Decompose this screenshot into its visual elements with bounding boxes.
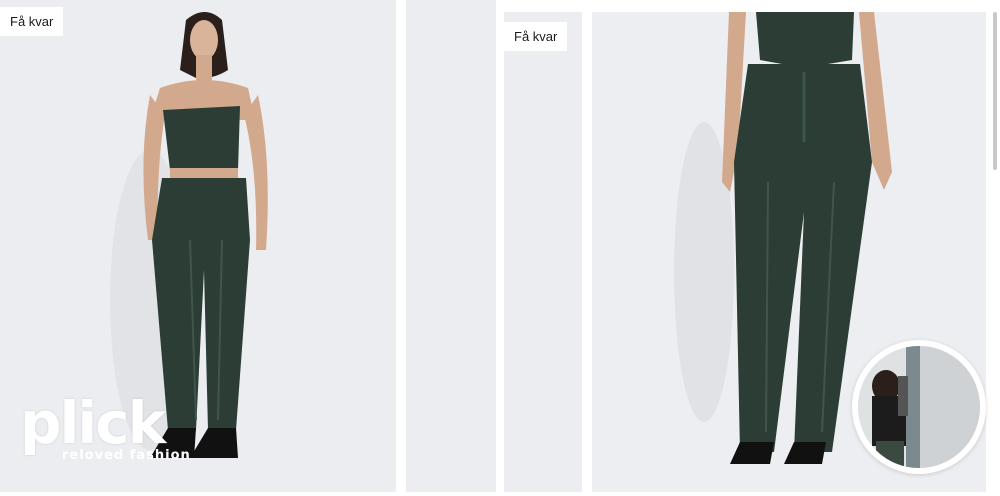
video-thumbnail-button[interactable] xyxy=(852,340,986,474)
low-stock-badge: Få kvar xyxy=(0,7,64,36)
plick-logo: plick reloved fashion xyxy=(20,394,191,463)
play-video-thumbnail-icon xyxy=(858,346,980,468)
logo-tagline: reloved fashion xyxy=(62,448,191,463)
product-card-2[interactable] xyxy=(406,0,496,492)
scrollbar[interactable] xyxy=(993,12,997,170)
product-card-1[interactable]: Få kvar plick reloved fashion xyxy=(0,0,396,492)
low-stock-badge: Få kvar xyxy=(504,22,568,51)
logo-wordmark: plick xyxy=(20,389,166,457)
